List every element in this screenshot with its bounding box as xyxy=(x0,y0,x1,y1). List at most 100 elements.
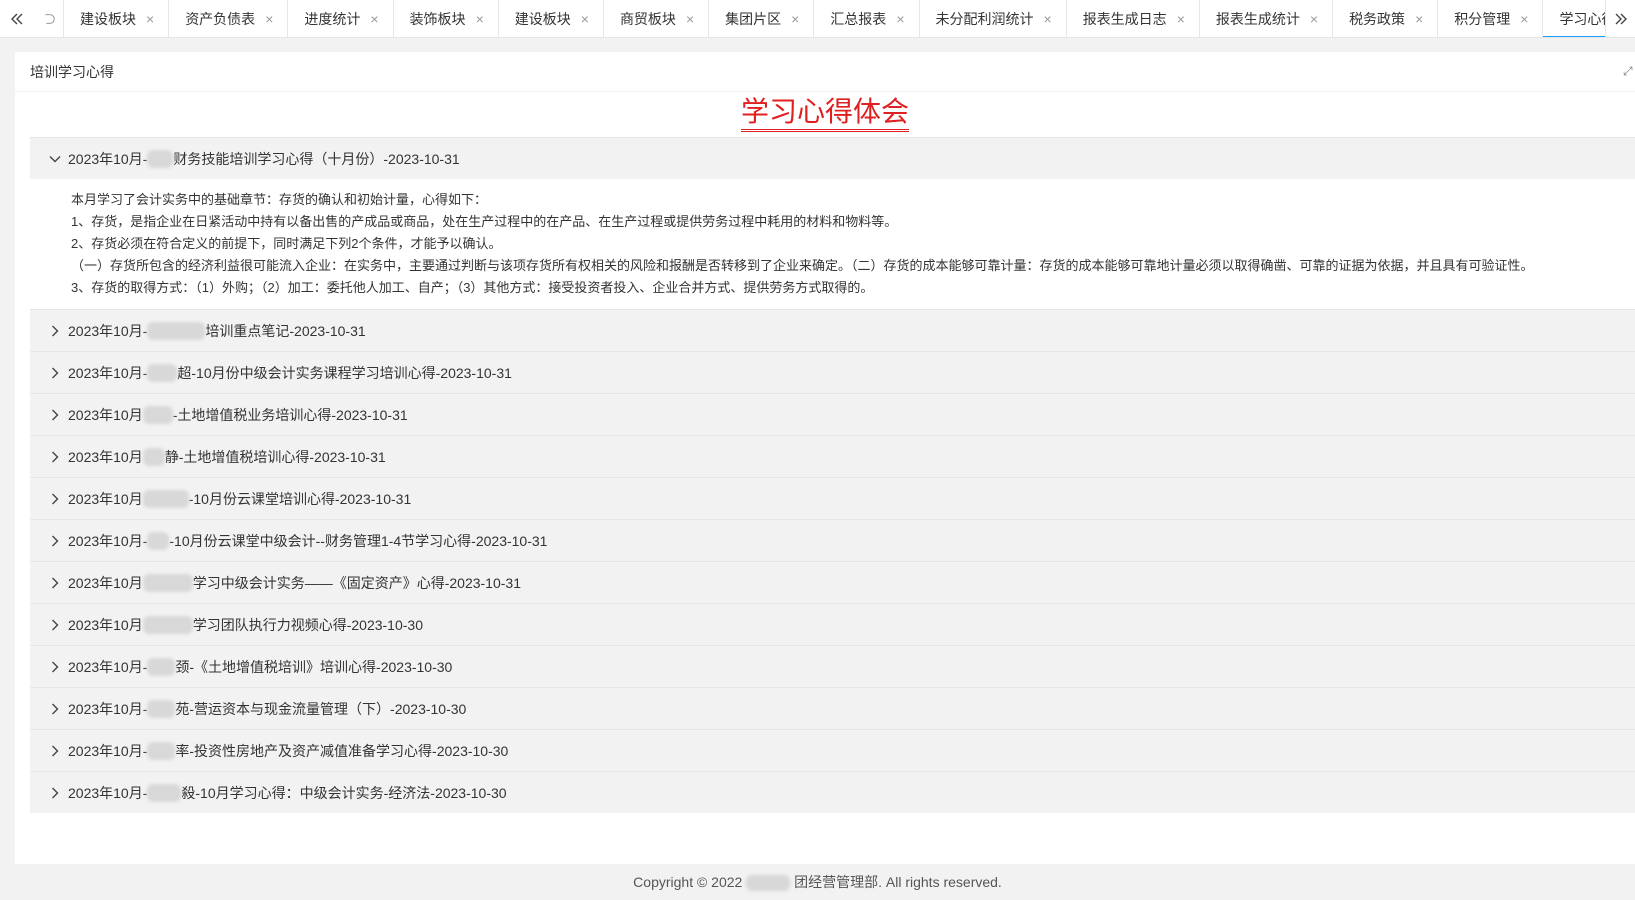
tab-12[interactable]: 积分管理 × xyxy=(1438,0,1544,37)
list-item-header[interactable]: 2023年10月- 财务技能培训学习心得（十月份）-2023-10-31 xyxy=(30,138,1635,179)
close-icon[interactable]: × xyxy=(686,11,694,27)
list-item-title-suffix: 率-投资性房地产及资产减值准备学习心得-2023-10-30 xyxy=(175,742,509,759)
list-item-header[interactable]: 2023年10月 静-土地增值税培训心得-2023-10-31 xyxy=(30,436,1635,477)
list-item-header[interactable]: 2023年10月- 殺-10月学习心得：中级会计实务-经济法-2023-10-30 xyxy=(30,772,1635,813)
chevron-right-icon[interactable] xyxy=(46,616,64,634)
close-icon[interactable]: × xyxy=(581,11,589,27)
tab-label: 装饰板块 xyxy=(409,10,466,27)
tab-label: 积分管理 xyxy=(1454,10,1511,27)
tab-9[interactable]: 报表生成日志 × xyxy=(1067,0,1200,37)
tab-5[interactable]: 商贸板块 × xyxy=(604,0,710,37)
chevron-right-icon[interactable] xyxy=(46,658,64,676)
list-item: 2023年10月 静-土地增值税培训心得-2023-10-31 xyxy=(30,435,1635,477)
list-item: 2023年10月- 苑-营运资本与现金流量管理（下）-2023-10-30 xyxy=(30,687,1635,729)
list-item-title-suffix: -10月份云课堂中级会计--财务管理1-4节学习心得-2023-10-31 xyxy=(169,532,548,549)
tab-2[interactable]: 进度统计 × xyxy=(288,0,394,37)
list-item-title-suffix: -10月份云课堂培训心得-2023-10-31 xyxy=(188,490,412,507)
list-item: 2023年10月 -土地增值税业务培训心得-2023-10-31 xyxy=(30,393,1635,435)
close-icon[interactable]: × xyxy=(1520,11,1528,27)
tab-label: 报表生成统计 xyxy=(1215,10,1300,27)
list-item-title-prefix: 2023年10月 xyxy=(68,448,143,465)
close-icon[interactable]: × xyxy=(265,11,273,27)
list-item-title-suffix: 苑-营运资本与现金流量管理（下）-2023-10-30 xyxy=(175,700,467,717)
redacted-text xyxy=(147,657,176,676)
footer-copyright-prefix: Copyright © 2022 xyxy=(633,874,743,890)
tab-bar: 建设板块 × 资产负债表 × 进度统计 × 装饰板块 × 建设板块 × 商贸板块 × 集团片区 × 汇总报表… xyxy=(0,0,1635,38)
fullscreen-icon[interactable]: ⤢ xyxy=(1623,64,1633,78)
panel-header-title: 培训学习心得 xyxy=(30,63,114,80)
close-icon[interactable]: × xyxy=(1044,11,1052,27)
close-icon[interactable]: × xyxy=(1310,11,1318,27)
body-paragraph: 1、存货，是指企业在日紧活动中持有以备出售的产成品或商品，处在生产过程中的在产品… xyxy=(71,214,898,229)
tab-label: 集团片区 xyxy=(725,10,782,27)
chevron-right-icon[interactable] xyxy=(46,742,64,760)
list-item: 2023年10月- 超-10月份中级会计实务课程学习培训心得-2023-10-31 xyxy=(30,351,1635,393)
redacted-text xyxy=(147,783,182,802)
close-icon[interactable]: × xyxy=(476,11,484,27)
refresh-icon[interactable] xyxy=(34,0,64,37)
panel-header: 培训学习心得 ⤢ xyxy=(15,52,1635,92)
tab-0[interactable]: 建设板块 × xyxy=(64,0,170,37)
close-icon[interactable]: × xyxy=(896,11,904,27)
tab-3[interactable]: 装饰板块 × xyxy=(394,0,499,37)
close-icon[interactable]: × xyxy=(146,11,154,27)
list-item-title-prefix: 2023年10月- xyxy=(68,784,148,801)
close-icon[interactable]: × xyxy=(1415,11,1423,27)
list-item-header[interactable]: 2023年10月- 颈-《土地增值税培训》培训心得-2023-10-30 xyxy=(30,646,1635,687)
list-item-title-suffix: 培训重点笔记-2023-10-31 xyxy=(205,322,366,339)
tab-7[interactable]: 汇总报表 × xyxy=(814,0,920,37)
tab-6[interactable]: 集团片区 × xyxy=(709,0,815,37)
list-item-header[interactable]: 2023年10月- 培训重点笔记-2023-10-31 xyxy=(30,310,1635,351)
list-item-title-suffix: 超-10月份中级会计实务课程学习培训心得-2023-10-31 xyxy=(177,364,512,381)
tab-8[interactable]: 未分配利润统计 × xyxy=(920,0,1067,37)
chevron-right-icon[interactable] xyxy=(46,532,64,550)
list-item-header[interactable]: 2023年10月- 苑-营运资本与现金流量管理（下）-2023-10-30 xyxy=(30,688,1635,729)
list-item: 2023年10月 学习团队执行力视频心得-2023-10-30 xyxy=(30,603,1635,645)
list-item-header[interactable]: 2023年10月- -10月份云课堂中级会计--财务管理1-4节学习心得-2023… xyxy=(30,520,1635,561)
tab-1[interactable]: 资产负债表 × xyxy=(169,0,289,37)
redacted-text xyxy=(147,699,176,718)
chevron-right-icon[interactable] xyxy=(46,406,64,424)
list-item: 2023年10月 学习中级会计实务——《固定资产》心得-2023-10-31 xyxy=(30,561,1635,603)
list-item-header[interactable]: 2023年10月- 率-投资性房地产及资产减值准备学习心得-2023-10-30 xyxy=(30,730,1635,771)
tab-11[interactable]: 税务政策 × xyxy=(1333,0,1439,37)
chevron-right-icon[interactable] xyxy=(46,322,64,340)
list-item: 2023年10月- 培训重点笔记-2023-10-31 xyxy=(30,309,1635,351)
list-item-title-prefix: 2023年10月 xyxy=(68,574,143,591)
content-panel: 培训学习心得 ⤢ 学习心得体会 2023年10月- 财务技能培训学习心得（十月份）… xyxy=(15,52,1635,864)
chevron-right-icon[interactable] xyxy=(46,700,64,718)
tab-label: 资产负债表 xyxy=(185,10,256,27)
chevron-right-icon[interactable] xyxy=(46,364,64,382)
list-item-title-prefix: 2023年10月 xyxy=(68,406,143,423)
tab-label: 税务政策 xyxy=(1349,10,1406,27)
chevron-right-icon[interactable] xyxy=(46,490,64,508)
chevron-right-icon[interactable] xyxy=(46,574,64,592)
close-icon[interactable]: × xyxy=(370,11,378,27)
tab-13[interactable]: 学习心得× xyxy=(1543,0,1605,37)
close-icon[interactable]: × xyxy=(1177,11,1185,27)
list-item-header[interactable]: 2023年10月 -土地增值税业务培训心得-2023-10-31 xyxy=(30,394,1635,435)
list-item-header[interactable]: 2023年10月 学习团队执行力视频心得-2023-10-30 xyxy=(30,604,1635,645)
list-item-header[interactable]: 2023年10月 -10月份云课堂培训心得-2023-10-31 xyxy=(30,478,1635,519)
tab-10[interactable]: 报表生成统计 × xyxy=(1200,0,1334,37)
scroll-right-icon[interactable] xyxy=(1605,0,1635,37)
close-icon[interactable]: × xyxy=(791,11,799,27)
list-item-title-suffix: 学习团队执行力视频心得-2023-10-30 xyxy=(192,616,423,633)
chevron-right-icon[interactable] xyxy=(46,784,64,802)
page-title: 学习心得体会 xyxy=(15,92,1635,132)
list-item-title-suffix: 殺-10月学习心得：中级会计实务-经济法-2023-10-30 xyxy=(181,784,507,801)
tab-list: 建设板块 × 资产负债表 × 进度统计 × 装饰板块 × 建设板块 × 商贸板块 × 集团片区 × 汇总报表… xyxy=(64,0,1605,37)
tab-label: 未分配利润统计 xyxy=(935,10,1034,27)
footer-copyright-suffix: 团经营管理部. All rights reserved. xyxy=(794,874,1002,890)
body-paragraph: （一）存货所包含的经济利益很可能流入企业：在实务中，主要通过判断与该项存货所有权… xyxy=(71,258,1534,273)
chevron-down-icon[interactable] xyxy=(46,150,64,168)
chevron-right-icon[interactable] xyxy=(46,448,64,466)
experience-list: 2023年10月- 财务技能培训学习心得（十月份）-2023-10-31 本月学习了… xyxy=(30,137,1635,813)
list-item-title-suffix: 静-土地增值税培训心得-2023-10-31 xyxy=(164,448,386,465)
scroll-left-icon[interactable] xyxy=(0,0,34,37)
list-item-header[interactable]: 2023年10月- 超-10月份中级会计实务课程学习培训心得-2023-10-31 xyxy=(30,352,1635,393)
list-item-header[interactable]: 2023年10月 学习中级会计实务——《固定资产》心得-2023-10-31 xyxy=(30,562,1635,603)
list-item: 2023年10月- 率-投资性房地产及资产减值准备学习心得-2023-10-30 xyxy=(30,729,1635,771)
list-item: 2023年10月- -10月份云课堂中级会计--财务管理1-4节学习心得-2023… xyxy=(30,519,1635,561)
tab-4[interactable]: 建设板块 × xyxy=(499,0,604,37)
